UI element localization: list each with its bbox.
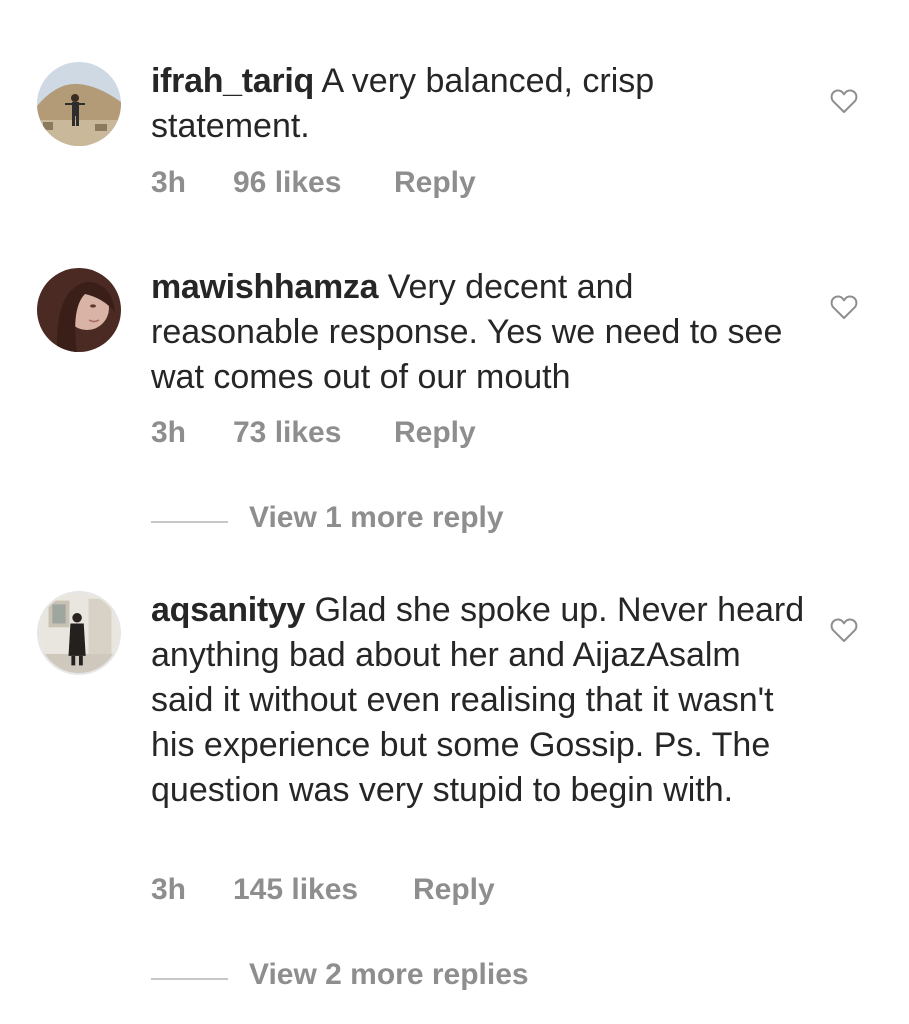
comment-likes[interactable]: 73 likes — [233, 416, 341, 450]
comment-username[interactable]: aqsanityy — [151, 591, 305, 629]
avatar-photo — [37, 62, 121, 146]
comment-time: 3h — [151, 416, 187, 449]
view-more-replies-label[interactable]: View 2 more replies — [249, 958, 529, 992]
comment-text: ifrah_tariq A very balanced, crisp state… — [151, 59, 811, 149]
comment-time: 3h — [151, 873, 187, 906]
comment-text: mawishhamza Very decent and reasonable r… — [151, 265, 811, 400]
comment-time: 3h — [151, 166, 187, 199]
comment-username[interactable]: mawishhamza — [151, 268, 379, 306]
reply-button[interactable]: Reply — [394, 416, 476, 450]
comment-likes[interactable]: 96 likes — [233, 166, 341, 200]
avatar[interactable] — [37, 62, 121, 146]
like-heart-icon[interactable] — [830, 88, 858, 114]
avatar[interactable] — [37, 591, 121, 675]
avatar[interactable] — [37, 268, 121, 352]
comment-username[interactable]: ifrah_tariq — [151, 62, 314, 100]
reply-button[interactable]: Reply — [394, 166, 476, 200]
avatar-photo — [37, 268, 121, 352]
like-heart-icon[interactable] — [830, 294, 858, 320]
comment-text: aqsanityy Glad she spoke up. Never heard… — [151, 588, 811, 813]
like-heart-icon[interactable] — [830, 617, 858, 643]
divider-line — [151, 978, 228, 980]
avatar-photo — [39, 593, 119, 673]
view-more-replies-label[interactable]: View 1 more reply — [249, 501, 504, 535]
reply-button[interactable]: Reply — [413, 873, 495, 907]
divider-line — [151, 521, 228, 523]
comment-likes[interactable]: 145 likes — [233, 873, 358, 907]
